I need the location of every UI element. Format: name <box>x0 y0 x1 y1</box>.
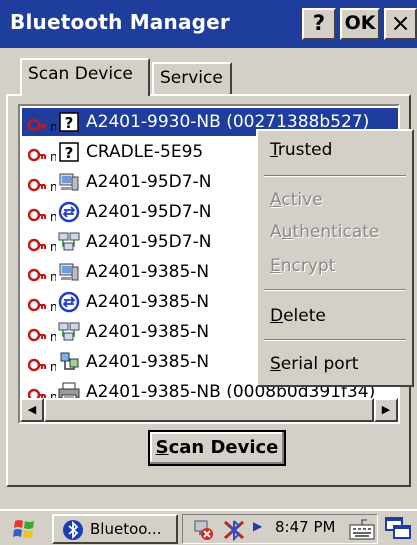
scroll-thumb[interactable] <box>44 398 374 422</box>
svg-text:n: n <box>50 360 56 373</box>
svg-text:n: n <box>50 180 56 193</box>
untrusted-key-icon: n <box>27 264 58 284</box>
svg-text:n: n <box>50 120 56 133</box>
tab-scan-device[interactable]: Scan Device <box>20 58 150 96</box>
untrusted-key-icon: n <box>27 354 58 374</box>
menu-item-encrypt[interactable]: Encrypt <box>270 253 335 279</box>
untrusted-key-icon: n <box>27 114 58 134</box>
device-name: A2401-95D7-N <box>86 232 212 252</box>
device-name: A2401-9385-N <box>86 352 210 372</box>
svg-text:n: n <box>50 300 56 313</box>
start-windows-flag-icon[interactable] <box>12 517 38 541</box>
menu-separator <box>264 175 406 177</box>
keyboard-icon[interactable] <box>349 518 375 540</box>
show-desktop-icon[interactable] <box>385 517 413 541</box>
ok-button[interactable]: OK <box>340 8 380 40</box>
svg-text:n: n <box>50 150 56 163</box>
device-name: A2401-9385-N <box>86 322 210 342</box>
untrusted-key-icon: n <box>27 294 58 314</box>
menu-separator <box>264 289 406 291</box>
scroll-left-button[interactable]: ◀ <box>20 398 44 422</box>
untrusted-key-icon: n <box>27 324 58 344</box>
close-button[interactable]: × <box>384 8 417 40</box>
tray-expand-arrow-icon[interactable]: ▶ <box>253 519 262 533</box>
scroll-right-button[interactable]: ▶ <box>374 398 398 422</box>
bluetooth-tray-icon[interactable] <box>221 519 247 541</box>
unknown-device-icon: ? <box>58 141 80 163</box>
device-name: A2401-95D7-N <box>86 202 212 222</box>
taskbar: Bluetoo... ▶ 8:47 PM <box>0 509 417 545</box>
taskbar-app-bluetooth[interactable]: Bluetoo... <box>52 514 178 544</box>
bluetooth-network-icon <box>58 201 80 223</box>
device-name: A2401-9385-N <box>86 292 210 312</box>
svg-text:?: ? <box>65 114 74 132</box>
svg-text:n: n <box>50 210 56 223</box>
title-bar: Bluetooth Manager ? OK × <box>0 0 417 48</box>
untrusted-key-icon: n <box>27 234 58 254</box>
untrusted-key-icon: n <box>27 144 58 164</box>
scan-device-button[interactable]: Scan Device <box>148 430 286 466</box>
network-computers-icon <box>58 321 80 343</box>
device-name: A2401-9385-N <box>86 262 210 282</box>
tab-service[interactable]: Service <box>152 62 232 94</box>
system-tray: ▶ 8:47 PM <box>182 514 378 544</box>
clock[interactable]: 8:47 PM <box>275 518 335 536</box>
computer-icon <box>58 261 80 283</box>
unknown-device-icon: ? <box>58 111 80 133</box>
device-name: A2401-95D7-N <box>86 172 212 192</box>
device-name: CRADLE-5E95 <box>86 142 204 162</box>
serial-device-icon <box>58 351 80 373</box>
untrusted-key-icon: n <box>27 204 58 224</box>
untrusted-key-icon: n <box>27 174 58 194</box>
computer-icon <box>58 171 80 193</box>
menu-item-delete[interactable]: Delete <box>270 303 326 329</box>
svg-text:n: n <box>50 240 56 253</box>
window-title: Bluetooth Manager <box>10 10 230 34</box>
menu-item-authenticate[interactable]: Authenticate <box>270 219 379 245</box>
bluetooth-network-icon <box>58 291 80 313</box>
context-menu: Trusted Active Authenticate Encrypt Dele… <box>256 129 414 387</box>
svg-text:?: ? <box>65 144 74 162</box>
menu-item-active[interactable]: Active <box>270 187 323 213</box>
network-disconnected-icon[interactable] <box>193 519 215 541</box>
bluetooth-icon <box>63 520 83 540</box>
menu-item-serial-port[interactable]: Serial port <box>270 351 358 377</box>
svg-text:n: n <box>50 270 56 283</box>
menu-separator <box>264 339 406 341</box>
horizontal-scrollbar[interactable]: ◀ ▶ <box>20 398 398 422</box>
network-computers-icon <box>58 231 80 253</box>
help-button[interactable]: ? <box>302 8 336 40</box>
svg-text:n: n <box>50 330 56 343</box>
menu-item-trusted[interactable]: Trusted <box>270 137 332 163</box>
taskbar-app-label: Bluetoo... <box>90 520 162 538</box>
